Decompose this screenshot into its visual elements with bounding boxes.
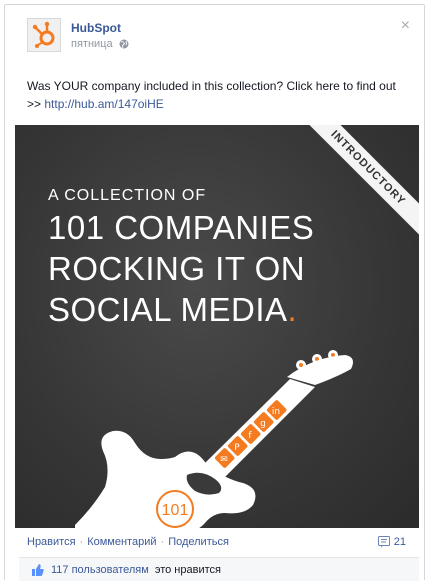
close-icon[interactable]: × bbox=[401, 18, 410, 34]
post-meta: пятница bbox=[71, 38, 129, 50]
headline-dot: . bbox=[287, 291, 298, 328]
likes-text: это нравится bbox=[154, 563, 221, 576]
globe-icon[interactable] bbox=[119, 39, 129, 49]
post-image[interactable]: INTRODUCTORY A COLLECTION OF 101 COMPANI… bbox=[15, 125, 419, 528]
image-headline: 101 COMPANIES ROCKING IT ON SOCIAL MEDIA… bbox=[48, 207, 314, 330]
headline-line-1: 101 COMPANIES bbox=[48, 209, 315, 246]
svg-text:P: P bbox=[234, 443, 240, 453]
post-card: HubSpot пятница × Was YOUR company inclu… bbox=[4, 4, 425, 581]
like-link[interactable]: Нравится bbox=[27, 536, 76, 548]
hubspot-logo-icon bbox=[28, 19, 60, 51]
comment-link[interactable]: Комментарий bbox=[87, 536, 156, 548]
timestamp[interactable]: пятница bbox=[71, 38, 113, 50]
social-icons: ✉ P f g in bbox=[214, 400, 287, 468]
likes-count[interactable]: 117 пользователям bbox=[51, 564, 149, 576]
svg-text:in: in bbox=[272, 407, 280, 417]
image-kicker: A COLLECTION OF bbox=[48, 187, 207, 204]
author-name[interactable]: HubSpot bbox=[71, 21, 121, 35]
avatar[interactable] bbox=[27, 18, 61, 52]
separator: · bbox=[160, 536, 165, 548]
headline-line-3: SOCIAL MEDIA bbox=[48, 291, 288, 328]
comment-icon bbox=[377, 536, 390, 548]
post-actions: Нравится · Комментарий · Поделиться bbox=[27, 536, 229, 548]
share-link[interactable]: Поделиться bbox=[168, 536, 229, 548]
svg-text:✉: ✉ bbox=[220, 455, 228, 465]
headline-line-2: ROCKING IT ON bbox=[48, 250, 306, 287]
comments-count[interactable]: 21 bbox=[377, 536, 406, 548]
post-message: Was YOUR company included in this collec… bbox=[27, 77, 407, 113]
guitar-illustration-icon: ✉ P f g in 101 bbox=[75, 350, 353, 528]
comments-count-label[interactable]: 21 bbox=[394, 536, 406, 548]
message-link[interactable]: http://hub.am/147oiHE bbox=[44, 97, 163, 111]
separator: · bbox=[79, 536, 84, 548]
likes-bar: 117 пользователям это нравится bbox=[19, 557, 419, 581]
thumbs-up-icon bbox=[32, 563, 44, 576]
svg-text:g: g bbox=[260, 419, 266, 429]
badge-101: 101 bbox=[162, 502, 189, 519]
